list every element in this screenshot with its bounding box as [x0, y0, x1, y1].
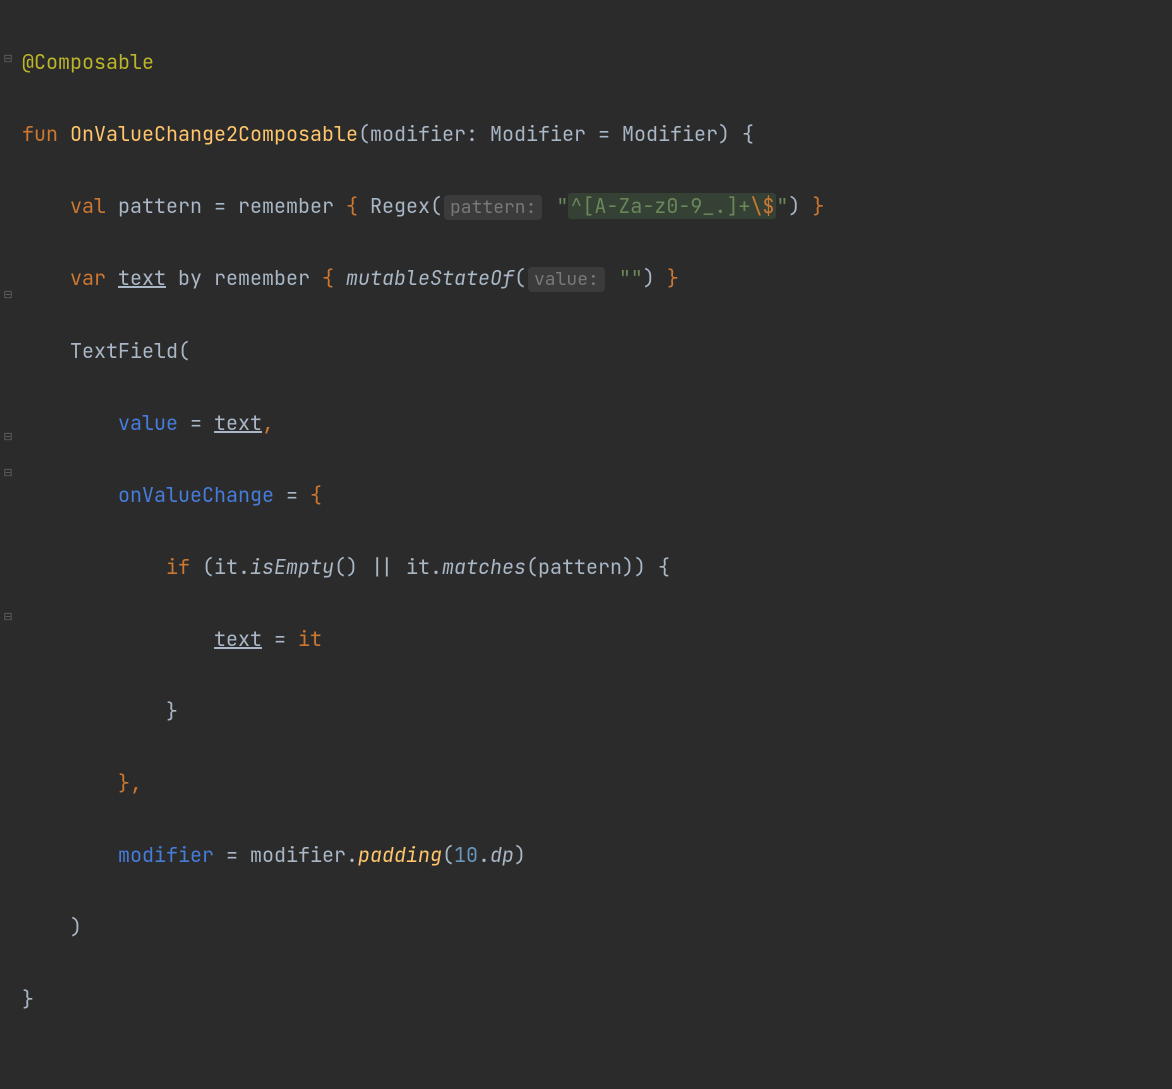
fold-marker-icon[interactable]: ⊟ — [2, 54, 14, 66]
keyword-by: by — [178, 265, 202, 291]
pattern-ref: pattern — [538, 554, 622, 580]
gutter: ⊟ ⊟ ⊟ ⊟ ⊟ — [0, 0, 18, 658]
code-area[interactable]: @Composable fun OnValueChange2Composable… — [18, 0, 824, 658]
param-value: value — [118, 410, 178, 436]
param-modifier: modifier — [370, 121, 466, 147]
fold-marker-icon[interactable]: ⊟ — [2, 612, 14, 624]
code-editor[interactable]: ⊟ ⊟ ⊟ ⊟ ⊟ @Composable fun OnValueChange2… — [0, 0, 1172, 658]
operator-or: || — [370, 554, 394, 580]
prop-dp: dp — [490, 842, 514, 868]
it-ref2: it — [406, 554, 430, 580]
regex-escape: \$ — [750, 193, 774, 219]
keyword-fun: fun — [22, 121, 58, 147]
hint-pattern: pattern: — [444, 195, 542, 220]
call-remember: remember — [238, 193, 334, 219]
ref-text: text — [214, 410, 262, 436]
empty-string: "" — [619, 265, 643, 291]
call-isempty: isEmpty — [250, 554, 334, 580]
keyword-val: val — [70, 193, 106, 219]
call-regex: Regex — [370, 193, 430, 219]
regex-quote-open: " — [556, 193, 568, 219]
call-remember2: remember — [214, 265, 310, 291]
call-padding: padding — [358, 842, 442, 868]
call-matches: matches — [442, 554, 526, 580]
regex-body: ^[A-Za-z0-9_.]+ — [570, 193, 750, 219]
hint-value: value: — [528, 267, 605, 292]
it-assign: it — [298, 626, 322, 652]
param-onvaluechange: onValueChange — [118, 482, 274, 508]
var-pattern: pattern — [118, 193, 202, 219]
annotation-composable: @Composable — [22, 49, 154, 75]
var-text: text — [118, 265, 166, 291]
keyword-var: var — [70, 265, 106, 291]
call-textfield: TextField — [70, 338, 178, 364]
function-name: OnValueChange2Composable — [70, 121, 358, 147]
fold-marker-icon[interactable]: ⊟ — [2, 468, 14, 480]
regex-quote-close: " — [776, 193, 788, 219]
number-10: 10 — [454, 842, 478, 868]
it-ref: it — [214, 554, 238, 580]
call-mutablestateof: mutableStateOf — [346, 265, 514, 291]
fold-marker-icon[interactable]: ⊟ — [2, 432, 14, 444]
modifier-ref: modifier — [250, 842, 346, 868]
default-modifier: Modifier — [622, 121, 718, 147]
type-modifier: Modifier — [490, 121, 586, 147]
param-modifier2: modifier — [118, 842, 214, 868]
text-assign: text — [214, 626, 262, 652]
fold-marker-icon[interactable]: ⊟ — [2, 290, 14, 302]
keyword-if: if — [166, 554, 190, 580]
